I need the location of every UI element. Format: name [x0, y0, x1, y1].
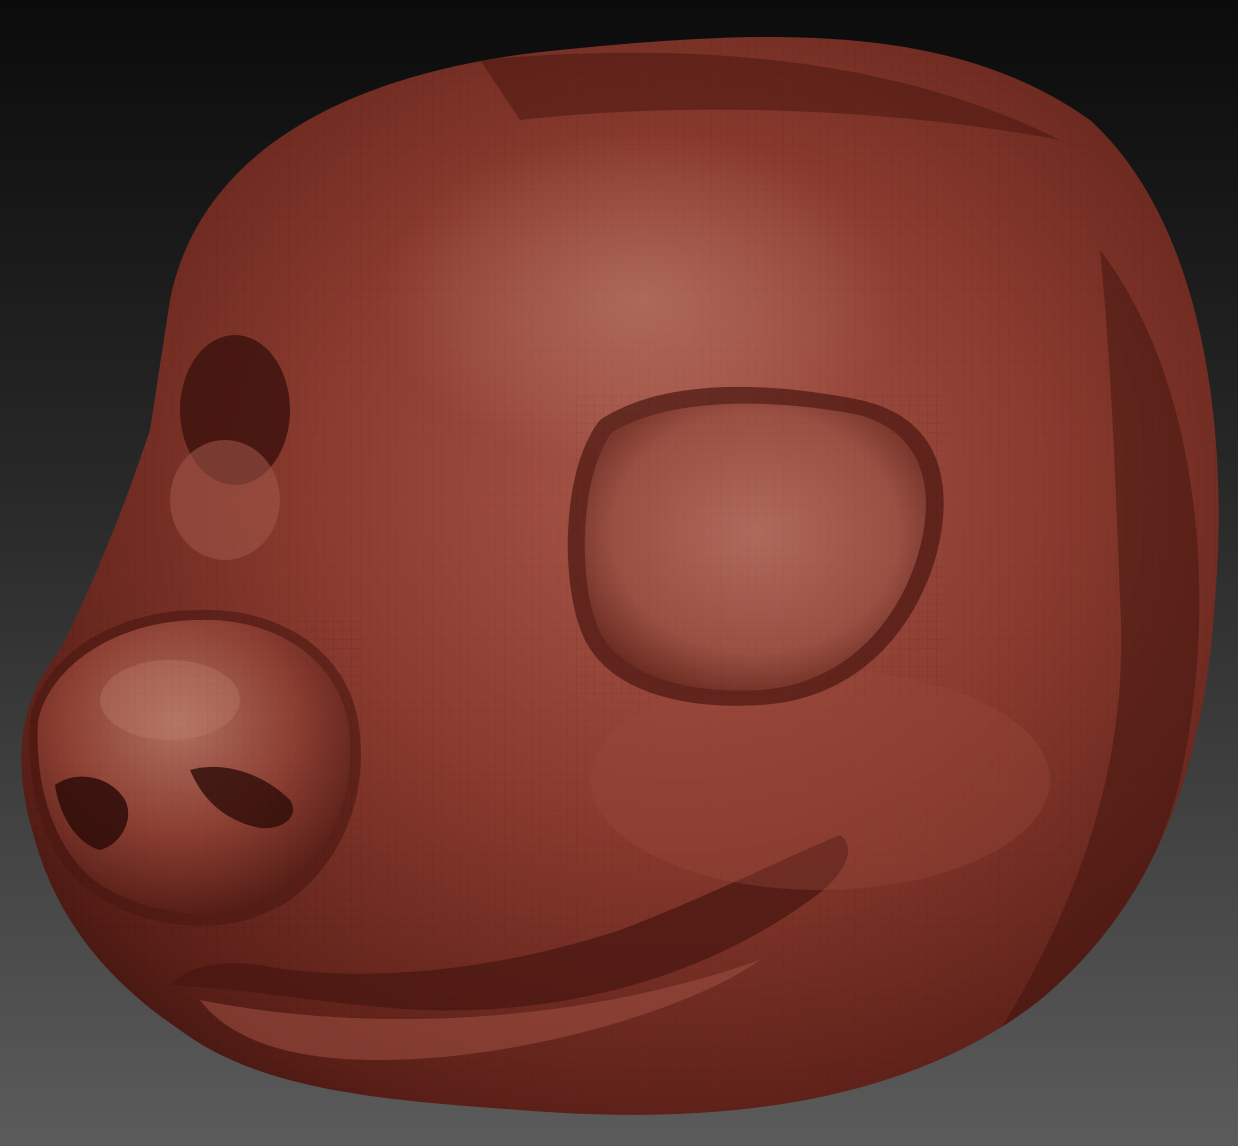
sculpt-viewport[interactable]: [0, 0, 1238, 1146]
sculpted-head-render: [21, 36, 1219, 1115]
